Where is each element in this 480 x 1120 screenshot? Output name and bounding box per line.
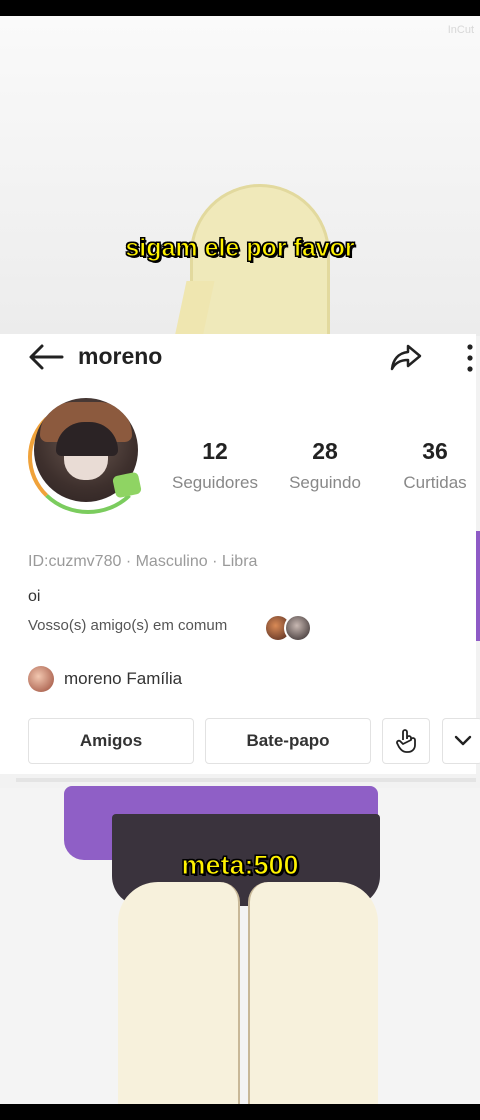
friends-button[interactable]: Amigos xyxy=(28,718,194,764)
profile-avatar-wrap[interactable] xyxy=(18,398,148,514)
stat-likes-label: Curtidas xyxy=(403,473,467,492)
watermark: InCut xyxy=(447,24,474,36)
profile-stats: 12 Seguidores 28 Seguindo 36 Curtidas xyxy=(160,438,476,498)
anime-hair xyxy=(190,184,330,354)
common-friends-label[interactable]: Vosso(s) amigo(s) em comum xyxy=(28,617,227,634)
profile-card: moreno 12 Seguidores 28 Seguindo 36 Curt… xyxy=(0,334,480,774)
more-options-icon[interactable] xyxy=(462,342,478,374)
profile-meta: ID:cuzmv780 · Masculino · Libra xyxy=(28,553,258,570)
video-frame: InCut moreno 12 Seguidores 28 Seguindo 3… xyxy=(0,16,480,1104)
hand-pointer-icon xyxy=(396,729,416,753)
chat-button[interactable]: Bate-papo xyxy=(205,718,371,764)
avatar-sticker xyxy=(111,471,143,499)
stat-following-label: Seguindo xyxy=(289,473,361,492)
stat-followers[interactable]: 12 Seguidores xyxy=(160,438,270,493)
family-avatar[interactable] xyxy=(28,666,54,692)
anime-leg-left xyxy=(118,882,240,1104)
family-label[interactable]: moreno Família xyxy=(64,669,182,689)
profile-bio: oi xyxy=(28,588,41,605)
page-title: moreno xyxy=(78,343,163,369)
divider xyxy=(16,778,476,782)
stat-likes[interactable]: 36 Curtidas xyxy=(380,438,480,493)
stat-following[interactable]: 28 Seguindo xyxy=(270,438,380,493)
common-friends-avatars[interactable] xyxy=(264,614,314,642)
caption-top: sigam ele por favor xyxy=(125,234,355,263)
stat-followers-label: Seguidores xyxy=(171,473,258,492)
share-icon[interactable] xyxy=(388,340,424,374)
chevron-down-icon xyxy=(454,735,471,746)
dropdown-button[interactable] xyxy=(442,718,480,764)
back-arrow-icon[interactable] xyxy=(26,342,66,372)
stat-followers-value: 12 xyxy=(202,438,228,464)
caption-bottom: meta:500 xyxy=(181,850,299,881)
stat-likes-value: 36 xyxy=(422,438,448,464)
anime-leg-right xyxy=(248,882,378,1104)
common-friend-avatar[interactable] xyxy=(284,614,312,642)
top-bar: moreno xyxy=(0,334,476,384)
tap-button[interactable] xyxy=(382,718,430,764)
stat-following-value: 28 xyxy=(312,438,338,464)
